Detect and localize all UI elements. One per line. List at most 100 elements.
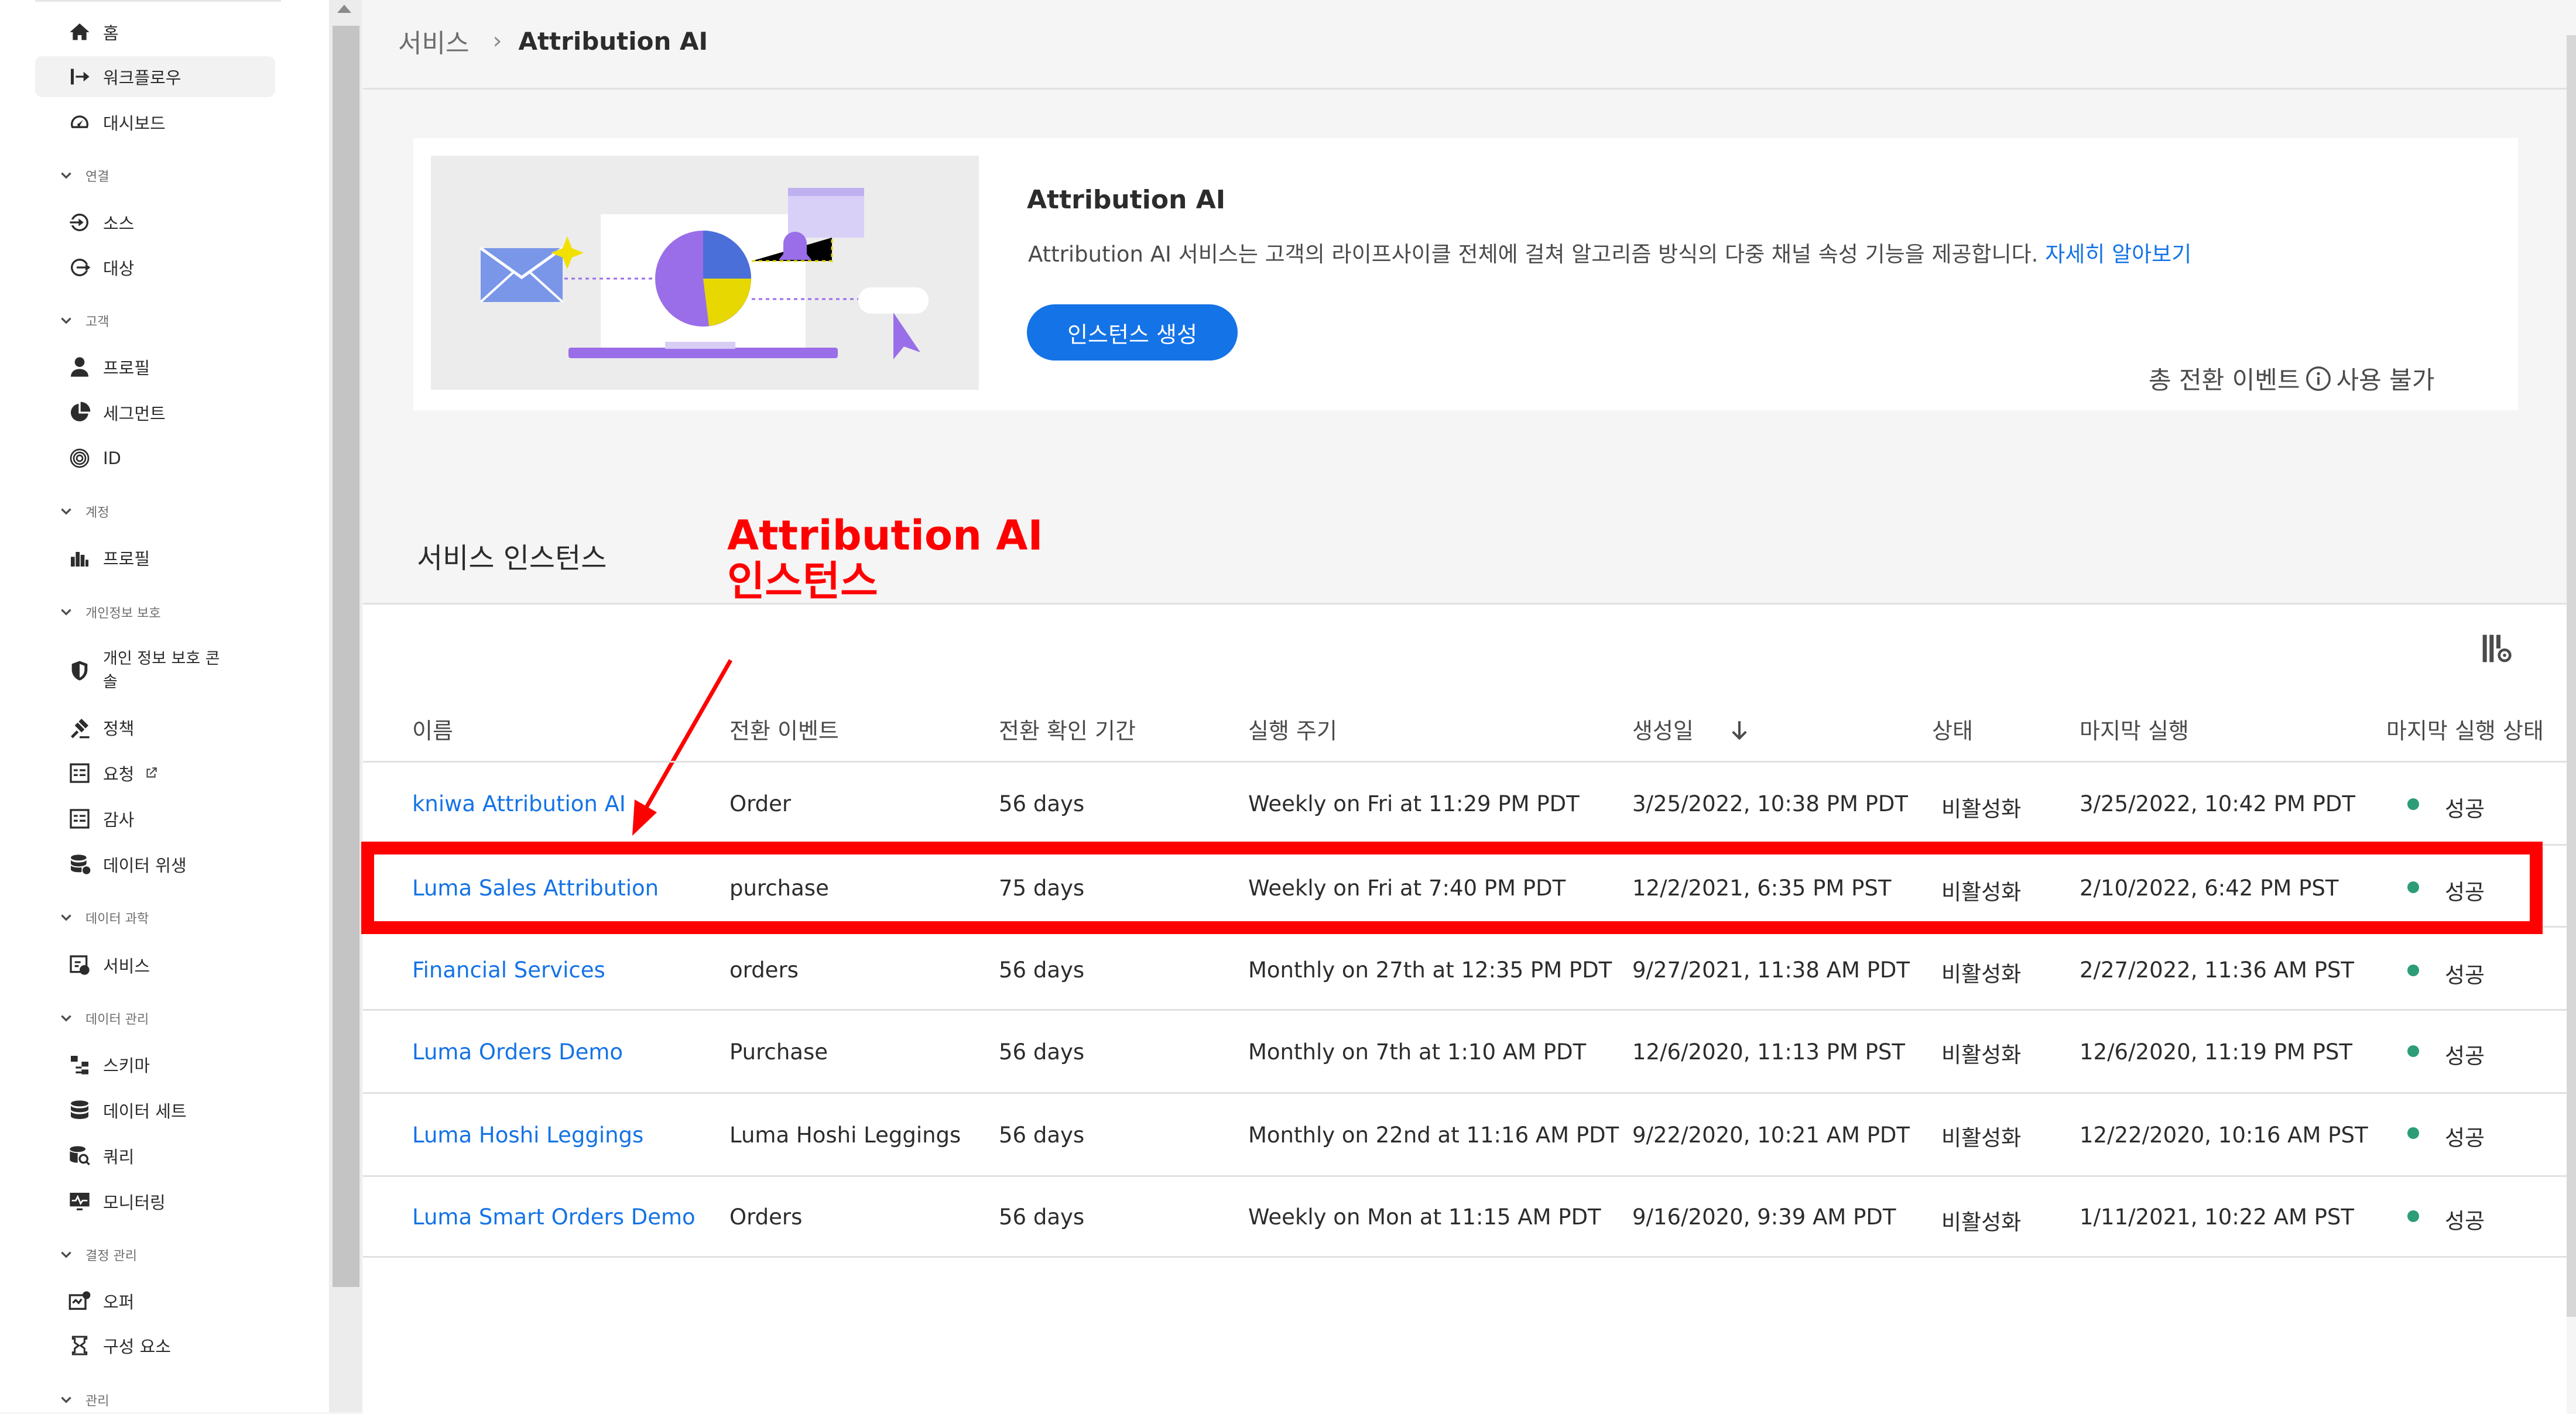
sidebar-section-label: 계정 [85,506,109,520]
sidebar-item-label: 쿼리 [103,1147,135,1167]
conversion-event-cell: Orders [729,1204,803,1230]
sidebar-item-policies[interactable]: 정책 [35,707,275,748]
status-cell: 비활성화 [1941,1042,2022,1068]
sidebar-item-label: 구성 요소 [103,1337,171,1357]
total-conversion-events: 총 전환 이벤트 사용 불가 [2149,361,2434,396]
sidebar-item-label: 대상 [103,259,135,279]
sidebar-section-privacy[interactable]: 개인정보 보호 [59,600,160,624]
column-header-last-run-status[interactable]: 마지막 실행 상태 [2386,713,2544,745]
success-dot-icon [2407,1127,2419,1139]
query-icon [67,1143,93,1169]
sidebar-item-label: 소스 [103,214,135,234]
sidebar-item-sources[interactable]: 소스 [35,202,275,243]
sidebar-item-data-hygiene[interactable]: 데이터 위생 [35,844,275,885]
instance-name-link[interactable]: Luma Orders Demo [412,1039,623,1065]
sidebar-section-label: 데이터 관리 [85,1013,149,1027]
services-icon [67,952,93,978]
data-hygiene-icon [67,852,93,877]
sidebar-section-decision-management[interactable]: 결정 관리 [59,1243,137,1267]
created-cell: 3/25/2022, 10:38 PM PDT [1632,791,1909,816]
column-header-name[interactable]: 이름 [412,713,453,745]
sidebar-item-schemas[interactable]: 스키마 [35,1044,275,1085]
sidebar-item-datasets[interactable]: 데이터 세트 [35,1090,275,1131]
sidebar-section-data-management[interactable]: 데이터 관리 [59,1007,149,1030]
sidebar-item-monitoring[interactable]: 모니터링 [35,1181,275,1222]
column-settings-icon[interactable] [2480,632,2513,665]
sidebar-item-destinations[interactable]: 대상 [35,247,275,288]
column-header-schedule[interactable]: 실행 주기 [1248,713,1337,745]
breadcrumb-current: Attribution AI [518,26,708,56]
chevron-down-icon [61,1251,71,1258]
source-icon [67,210,93,235]
chevron-down-icon [61,172,71,179]
sidebar-section-label: 개인정보 보호 [85,606,161,621]
column-header-created[interactable]: 생성일 [1632,713,1694,745]
sidebar-section-customer[interactable]: 고객 [59,309,109,332]
sidebar-item-label: 감사 [103,810,135,830]
sidebar-top-divider [35,0,281,2]
column-header-last-run[interactable]: 마지막 실행 [2080,713,2189,745]
sidebar-item-label: 요청 [103,764,135,784]
schedule-cell: Weekly on Fri at 11:29 PM PDT [1248,791,1580,816]
row-divider [363,1175,2567,1177]
conversion-event-cell: orders [729,957,799,983]
scroll-up-arrow-icon[interactable] [337,5,351,13]
sidebar-item-workflows[interactable]: 워크플로우 [35,56,275,97]
row-divider [363,1009,2567,1011]
sort-descending-icon[interactable] [1731,720,1748,741]
sidebar-item-identities[interactable]: ID [35,438,275,479]
sidebar-item-label: 데이터 세트 [103,1101,187,1121]
row-divider [363,1092,2567,1094]
lookback-cell: 56 days [999,1123,1085,1148]
info-icon[interactable] [2305,365,2332,392]
sidebar-item-profiles[interactable]: 프로필 [35,346,275,387]
column-header-conversion-event[interactable]: 전환 이벤트 [729,713,839,745]
sidebar-item-services[interactable]: 서비스 [35,945,275,986]
instance-name-link[interactable]: Luma Hoshi Leggings [412,1123,643,1148]
sidebar-section-data-science[interactable]: 데이터 과학 [59,906,149,929]
column-header-status[interactable]: 상태 [1932,713,1973,745]
sidebar-item-privacy-console[interactable]: 개인 정보 보호 콘솔 [35,643,275,699]
sidebar-item-home[interactable]: 홈 [35,12,275,53]
column-header-lookback[interactable]: 전환 확인 기간 [999,713,1136,745]
sidebar-item-audits[interactable]: 감사 [35,798,275,839]
conversion-event-cell: Luma Hoshi Leggings [729,1123,961,1148]
schedule-cell: Monthly on 7th at 1:10 AM PDT [1248,1039,1587,1065]
workflow-icon [67,64,93,90]
sidebar-section-label: 연결 [85,170,109,184]
sidebar-item-label: 스키마 [103,1056,150,1076]
sidebar-item-account-profiles[interactable]: 프로필 [35,537,275,578]
conversion-events-label: 총 전환 이벤트 [2149,366,2300,394]
status-cell: 비활성화 [1941,797,2022,822]
sidebar-section-connections[interactable]: 연결 [59,164,109,187]
instance-name-link[interactable]: kniwa Attribution AI [412,791,626,816]
schedule-cell: Weekly on Mon at 11:15 AM PDT [1248,1204,1601,1230]
sidebar-item-queries[interactable]: 쿼리 [35,1135,275,1176]
sidebar-item-offers[interactable]: 오퍼 [35,1281,275,1322]
sidebar-section-account[interactable]: 계정 [59,500,109,523]
sidebar-item-segments[interactable]: 세그먼트 [35,392,275,433]
instance-name-link[interactable]: Luma Smart Orders Demo [412,1204,696,1230]
sidebar-section-administration[interactable]: 관리 [59,1388,109,1412]
learn-more-link[interactable]: 자세히 알아보기 [2045,242,2191,267]
instance-name-link[interactable]: Financial Services [412,957,605,983]
sidebar-item-label: 세그먼트 [103,404,166,424]
breadcrumb-services-link[interactable]: 서비스 [398,22,469,60]
create-instance-button[interactable]: 인스턴스 생성 [1027,304,1238,361]
sidebar-item-dashboards[interactable]: 대시보드 [35,102,275,143]
last-run-status-cell: 성공 [2445,1044,2485,1069]
sidebar-item-components[interactable]: 구성 요소 [35,1325,275,1366]
last-run-cell: 1/11/2021, 10:22 AM PST [2080,1204,2355,1230]
header-divider [363,88,2567,90]
fingerprint-icon [67,445,93,471]
sidebar-item-requests[interactable]: 요청 [35,753,275,794]
schema-icon [67,1052,93,1077]
sidebar-item-label: 오퍼 [103,1292,135,1312]
sidebar-scrollbar-thumb[interactable] [333,26,359,1287]
chevron-down-icon [61,914,71,921]
main-scrollbar[interactable] [2567,35,2576,1317]
offer-icon [67,1288,93,1314]
attribution-illustration [431,156,979,390]
sidebar-item-label: ID [103,448,121,468]
breadcrumb-separator: › [492,28,502,54]
